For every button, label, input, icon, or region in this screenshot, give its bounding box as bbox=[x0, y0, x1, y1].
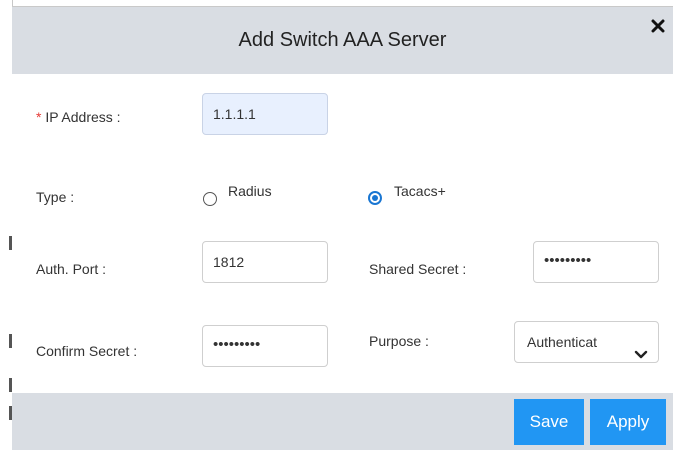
ip-address-label: * IP Address : bbox=[36, 109, 121, 125]
auth-port-label: Auth. Port : bbox=[36, 261, 107, 277]
type-label: Type : bbox=[36, 189, 75, 205]
ip-address-label-text: IP Address : bbox=[45, 109, 121, 125]
shared-secret-label: Shared Secret : bbox=[369, 261, 467, 277]
dialog-header: Add Switch AAA Server bbox=[12, 7, 673, 74]
close-icon[interactable] bbox=[651, 17, 665, 37]
purpose-select[interactable]: Authenticat bbox=[514, 321, 659, 363]
confirm-secret-label: Confirm Secret : bbox=[36, 343, 138, 359]
purpose-selected-value: Authenticat bbox=[527, 334, 598, 350]
ip-address-input[interactable]: 1.1.1.1 bbox=[202, 93, 328, 135]
tacacs-radio-label[interactable]: Tacacs+ bbox=[394, 183, 446, 199]
close-icon-glyph bbox=[651, 19, 665, 33]
confirm-secret-input[interactable]: ••••••••• bbox=[202, 325, 328, 367]
chevron-down-icon bbox=[634, 336, 648, 359]
add-aaa-server-dialog: Add Switch AAA Server * IP Address : 1.1… bbox=[12, 6, 673, 450]
dialog-title: Add Switch AAA Server bbox=[238, 29, 447, 51]
radius-radio[interactable] bbox=[203, 192, 217, 206]
required-asterisk: * bbox=[36, 109, 42, 125]
purpose-label: Purpose : bbox=[369, 333, 429, 349]
apply-button[interactable]: Apply bbox=[590, 399, 666, 445]
shared-secret-input[interactable]: ••••••••• bbox=[533, 241, 659, 283]
save-button[interactable]: Save bbox=[514, 399, 584, 445]
radius-radio-label[interactable]: Radius bbox=[228, 183, 272, 199]
tacacs-radio[interactable] bbox=[368, 191, 382, 205]
auth-port-input[interactable]: 1812 bbox=[202, 241, 328, 283]
